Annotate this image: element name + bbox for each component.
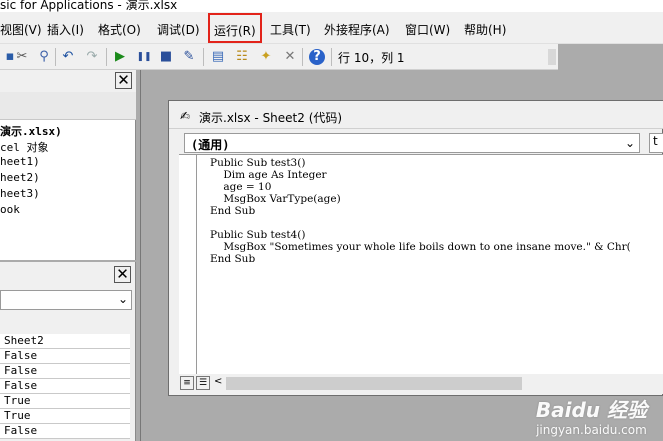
design-mode-icon[interactable]: ✎ [181,49,197,65]
code-window-title-bar[interactable]: ✍ 演示.xlsx - Sheet2 (代码) [169,101,663,129]
toolbar-separator [55,48,56,66]
tree-item-sheet3[interactable]: heet3) [0,187,40,200]
close-icon[interactable]: ✕ [115,72,132,89]
watermark: Baidu 经验 jingyan.baidu.com [536,394,647,437]
project-explorer-toolbar [0,92,136,120]
tree-item-workbook[interactable]: 演示.xlsx) [0,123,62,139]
toolbar-separator [106,48,107,66]
table-row[interactable]: False [0,424,130,439]
menu-window[interactable]: 窗口(W) [405,21,450,38]
code-editor[interactable]: Public Sub test3() Dim age As Integer ag… [179,154,663,377]
toolbar-grip[interactable] [548,49,556,65]
window-title: sic for Applications - 演示.xlsx [0,0,178,12]
tree-item-excel-objects[interactable]: cel 对象 [0,139,49,155]
properties-object-select[interactable]: ⌄ [0,290,132,310]
project-explorer-icon[interactable]: ▤ [210,49,226,65]
table-row[interactable]: False [0,379,130,394]
chevron-down-icon: ⌄ [624,136,635,150]
tree-item-thisworkbook[interactable]: ook [0,203,20,216]
object-dropdown-value: (通用) [191,138,230,152]
project-explorer-panel: ✕ 演示.xlsx) cel 对象 heet1) heet2) heet3) o… [0,70,136,260]
table-row[interactable]: True [0,394,130,409]
properties-panel: ✕ ⌄ Sheet2 False False False True True F… [0,262,136,441]
code-window: ✍ 演示.xlsx - Sheet2 (代码) (通用) ⌄ t Public … [168,100,663,396]
standard-toolbar: ▪ ✂ ⚲ ↶ ↷ ▶ ❚❚ ■ ✎ ▤ ☷ ✦ ✕ ? 行 10，列 1 [0,44,558,70]
chevron-down-icon: ⌄ [117,292,128,306]
tree-item-sheet1[interactable]: heet1) [0,155,40,168]
find-icon[interactable]: ⚲ [36,49,52,65]
table-row[interactable]: Sheet2 [0,334,130,349]
properties-table: Sheet2 False False False True True False [0,334,130,439]
help-icon[interactable]: ? [309,49,325,65]
cursor-position: 行 10，列 1 [338,51,405,65]
properties-icon[interactable]: ☷ [234,49,250,65]
table-row[interactable]: False [0,364,130,379]
watermark-brand: Baidu 经验 [535,398,647,422]
procedure-dropdown[interactable]: t [649,133,663,153]
menu-view[interactable]: 视图(V) [0,21,42,38]
menu-format[interactable]: 格式(O) [98,21,141,38]
object-browser-icon[interactable]: ✦ [258,49,274,65]
scroll-left-icon[interactable]: < [214,376,222,387]
break-icon[interactable]: ❚❚ [136,49,152,65]
horizontal-scrollbar[interactable]: < [212,376,663,391]
margin-indicator-bar[interactable] [179,155,197,377]
code-module-icon: ✍ [180,109,191,123]
menu-help[interactable]: 帮助(H) [464,21,506,38]
run-icon[interactable]: ▶ [112,49,128,65]
scrollbar-thumb[interactable] [226,377,522,390]
watermark-url: jingyan.baidu.com [536,423,647,437]
menu-run[interactable]: 运行(R) [208,13,262,43]
reset-icon[interactable]: ■ [158,49,174,65]
redo-icon[interactable]: ↷ [84,49,100,65]
close-icon[interactable]: ✕ [114,266,131,283]
toolbox-icon[interactable]: ✕ [282,49,298,65]
full-module-view-icon[interactable]: ☰ [196,376,210,390]
code-window-footer: ≡ ☰ < [179,374,663,394]
project-explorer-header: ✕ [0,70,136,92]
tree-item-sheet2[interactable]: heet2) [0,171,40,184]
code-window-title: 演示.xlsx - Sheet2 (代码) [199,111,343,125]
menu-debug[interactable]: 调试(D) [157,21,200,38]
menu-tools[interactable]: 工具(T) [270,21,311,38]
toolbar-separator [203,48,204,66]
menu-addins[interactable]: 外接程序(A) [324,21,390,38]
object-dropdown[interactable]: (通用) ⌄ [184,133,640,153]
table-row[interactable]: True [0,409,130,424]
procedure-view-icon[interactable]: ≡ [180,376,194,390]
toolbar-separator [331,48,332,66]
undo-icon[interactable]: ↶ [60,49,76,65]
cut-icon[interactable]: ✂ [14,49,30,65]
toolbar-separator [302,48,303,66]
menu-insert[interactable]: 插入(I) [47,21,84,38]
table-row[interactable]: False [0,349,130,364]
menu-bar: 视图(V) 插入(I) 格式(O) 调试(D) 运行(R) 工具(T) 外接程序… [0,12,663,44]
window-title-bar: sic for Applications - 演示.xlsx [0,0,663,12]
code-text[interactable]: Public Sub test3() Dim age As Integer ag… [210,157,631,265]
